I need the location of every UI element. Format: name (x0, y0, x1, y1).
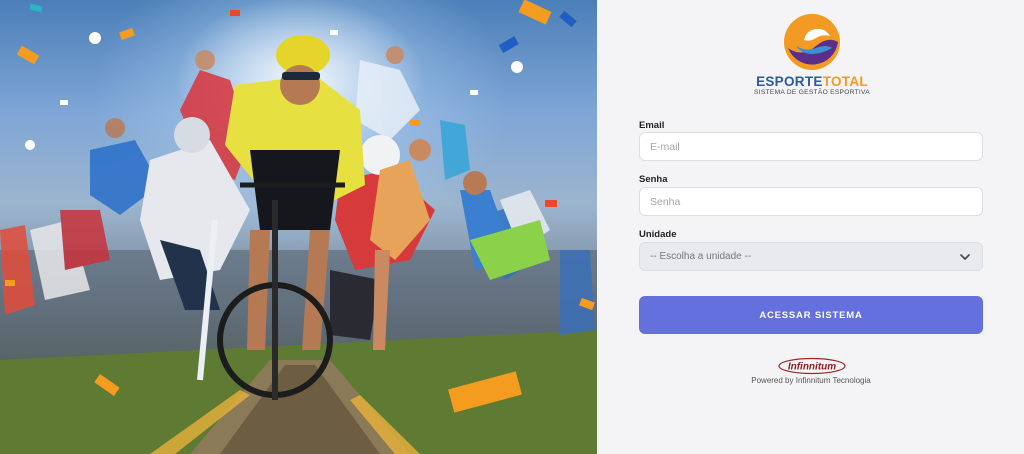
brand-tagline: SISTEMA DE GESTÃO ESPORTIVA (754, 89, 870, 96)
email-label: Email (639, 120, 665, 131)
powered-by-text: Powered by Infinnitum Tecnologia (751, 376, 871, 385)
infinnitum-logo: Infinnitum (778, 357, 846, 375)
hero-sports-image (0, 0, 597, 454)
chevron-down-icon (960, 253, 970, 260)
access-system-button[interactable]: ACESSAR SISTEMA (639, 296, 983, 334)
brand-name-part1: ESPORTE (756, 74, 823, 89)
brand-name: ESPORTETOTAL (747, 74, 877, 89)
login-panel: ESPORTETOTAL SISTEMA DE GESTÃO ESPORTIVA… (597, 0, 1024, 454)
infinnitum-logo-text: Infinnitum (788, 362, 836, 373)
esporte-total-logo-icon (784, 13, 840, 70)
email-field[interactable] (639, 132, 983, 161)
password-field[interactable] (639, 187, 983, 216)
hero-illustration (0, 0, 597, 454)
password-label: Senha (639, 174, 668, 185)
unit-select-value: -- Escolha a unidade -- (650, 251, 752, 262)
brand-name-part2: TOTAL (822, 74, 868, 89)
brand-logo: ESPORTETOTAL SISTEMA DE GESTÃO ESPORTIVA (747, 12, 877, 96)
unit-label: Unidade (639, 229, 677, 240)
unit-select[interactable]: -- Escolha a unidade -- (639, 242, 983, 271)
